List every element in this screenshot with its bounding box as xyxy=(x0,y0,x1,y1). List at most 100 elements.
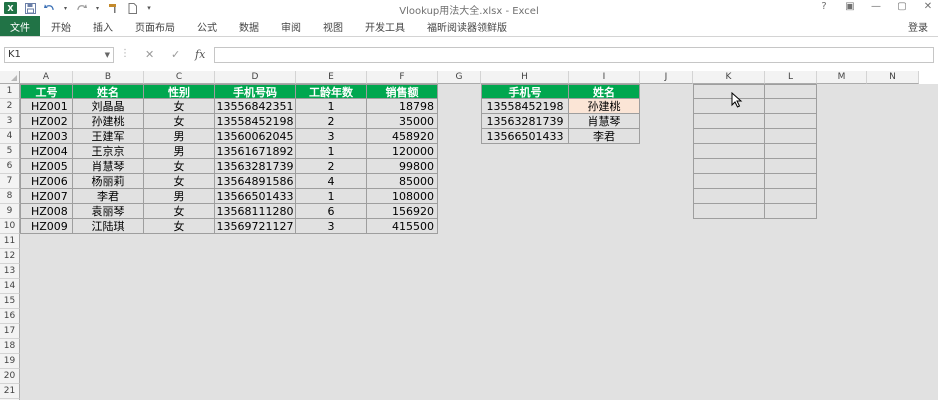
row-header[interactable]: 4 xyxy=(0,129,20,144)
column-header[interactable]: K xyxy=(693,71,765,84)
tab-formulas[interactable]: 公式 xyxy=(186,16,228,36)
column-header[interactable]: N xyxy=(867,71,919,84)
column-header[interactable]: C xyxy=(144,71,215,84)
column-header[interactable]: E xyxy=(296,71,367,84)
table-header-cell[interactable]: 手机号码 xyxy=(215,84,296,99)
table-cell[interactable]: 1 xyxy=(296,144,367,159)
minimize-icon[interactable]: — xyxy=(870,1,882,12)
column-header[interactable]: L xyxy=(765,71,817,84)
lookup-cell[interactable]: 13566501433 xyxy=(481,129,569,144)
cancel-icon[interactable]: ✕ xyxy=(145,48,154,61)
empty-bordered-cell[interactable] xyxy=(693,144,765,159)
login-link[interactable]: 登录 xyxy=(908,19,928,34)
row-header[interactable]: 12 xyxy=(0,249,20,264)
table-cell[interactable]: HZ007 xyxy=(20,189,73,204)
table-cell[interactable]: 女 xyxy=(144,159,215,174)
empty-bordered-cell[interactable] xyxy=(765,174,817,189)
empty-bordered-cell[interactable] xyxy=(765,99,817,114)
empty-bordered-cell[interactable] xyxy=(765,159,817,174)
column-header[interactable]: M xyxy=(817,71,867,84)
column-header[interactable]: G xyxy=(438,71,481,84)
tab-review[interactable]: 审阅 xyxy=(270,16,312,36)
lookup-header-cell[interactable]: 姓名 xyxy=(569,84,640,99)
table-cell[interactable]: 2 xyxy=(296,159,367,174)
column-header[interactable]: D xyxy=(215,71,296,84)
empty-bordered-cell[interactable] xyxy=(693,114,765,129)
table-cell[interactable]: HZ009 xyxy=(20,219,73,234)
empty-bordered-cell[interactable] xyxy=(693,159,765,174)
format-painter-icon[interactable] xyxy=(108,3,119,14)
table-cell[interactable]: 男 xyxy=(144,189,215,204)
column-header[interactable]: F xyxy=(367,71,438,84)
table-cell[interactable]: 415500 xyxy=(367,219,438,234)
column-header[interactable]: I xyxy=(569,71,640,84)
table-cell[interactable]: 2 xyxy=(296,114,367,129)
table-cell[interactable]: 1 xyxy=(296,99,367,114)
empty-bordered-cell[interactable] xyxy=(693,204,765,219)
table-cell[interactable]: 肖慧琴 xyxy=(73,159,144,174)
formula-input[interactable] xyxy=(214,47,934,63)
lookup-cell[interactable]: 13563281739 xyxy=(481,114,569,129)
column-header[interactable]: A xyxy=(20,71,73,84)
table-cell[interactable]: 女 xyxy=(144,174,215,189)
table-header-cell[interactable]: 工号 xyxy=(20,84,73,99)
table-cell[interactable]: 女 xyxy=(144,219,215,234)
table-cell[interactable]: 袁丽琴 xyxy=(73,204,144,219)
table-cell[interactable]: 1 xyxy=(296,189,367,204)
table-cell[interactable]: 13569721127 xyxy=(215,219,296,234)
empty-bordered-cell[interactable] xyxy=(765,144,817,159)
table-cell[interactable]: 18798 xyxy=(367,99,438,114)
table-cell[interactable]: 6 xyxy=(296,204,367,219)
row-header[interactable]: 6 xyxy=(0,159,20,174)
close-icon[interactable]: ✕ xyxy=(922,1,934,12)
undo-icon[interactable] xyxy=(44,3,55,14)
empty-bordered-cell[interactable] xyxy=(765,129,817,144)
table-cell[interactable]: 王建军 xyxy=(73,129,144,144)
lookup-cell[interactable]: 李君 xyxy=(569,129,640,144)
table-cell[interactable]: 女 xyxy=(144,204,215,219)
table-cell[interactable]: HZ001 xyxy=(20,99,73,114)
table-cell[interactable]: 13556842351 xyxy=(215,99,296,114)
tab-view[interactable]: 视图 xyxy=(312,16,354,36)
table-cell[interactable]: 13558452198 xyxy=(215,114,296,129)
empty-bordered-cell[interactable] xyxy=(765,84,817,99)
lookup-cell[interactable]: 13558452198 xyxy=(481,99,569,114)
empty-bordered-cell[interactable] xyxy=(765,114,817,129)
table-cell[interactable]: 女 xyxy=(144,99,215,114)
maximize-icon[interactable]: ▢ xyxy=(896,1,908,12)
empty-bordered-cell[interactable] xyxy=(693,174,765,189)
qat-more-icon[interactable]: ▾ xyxy=(146,3,152,14)
table-cell[interactable]: 13563281739 xyxy=(215,159,296,174)
row-header[interactable]: 11 xyxy=(0,234,20,249)
tab-developer[interactable]: 开发工具 xyxy=(354,16,416,36)
table-cell[interactable]: 女 xyxy=(144,114,215,129)
lookup-header-cell[interactable]: 手机号 xyxy=(481,84,569,99)
row-header[interactable]: 16 xyxy=(0,309,20,324)
table-cell[interactable]: 李君 xyxy=(73,189,144,204)
row-header[interactable]: 18 xyxy=(0,339,20,354)
table-cell[interactable]: HZ004 xyxy=(20,144,73,159)
empty-bordered-cell[interactable] xyxy=(693,129,765,144)
save-icon[interactable] xyxy=(25,2,36,14)
table-header-cell[interactable]: 销售额 xyxy=(367,84,438,99)
table-cell[interactable]: 3 xyxy=(296,219,367,234)
table-cell[interactable]: 108000 xyxy=(367,189,438,204)
table-cell[interactable]: 458920 xyxy=(367,129,438,144)
table-cell[interactable]: 江陆琪 xyxy=(73,219,144,234)
tab-insert[interactable]: 插入 xyxy=(82,16,124,36)
select-all-corner[interactable] xyxy=(0,71,20,84)
table-cell[interactable]: HZ006 xyxy=(20,174,73,189)
help-icon[interactable]: ? xyxy=(818,1,830,12)
table-cell[interactable]: 王京京 xyxy=(73,144,144,159)
table-header-cell[interactable]: 工龄年数 xyxy=(296,84,367,99)
redo-icon[interactable] xyxy=(76,3,87,14)
undo-dropdown-icon[interactable]: ▾ xyxy=(63,3,68,14)
row-header[interactable]: 19 xyxy=(0,354,20,369)
file-icon[interactable] xyxy=(127,2,138,14)
redo-dropdown-icon[interactable]: ▾ xyxy=(95,3,100,14)
table-cell[interactable]: 13568111280 xyxy=(215,204,296,219)
lookup-cell[interactable]: 肖慧琴 xyxy=(569,114,640,129)
table-cell[interactable]: 13564891586 xyxy=(215,174,296,189)
row-header[interactable]: 14 xyxy=(0,279,20,294)
row-header[interactable]: 3 xyxy=(0,114,20,129)
